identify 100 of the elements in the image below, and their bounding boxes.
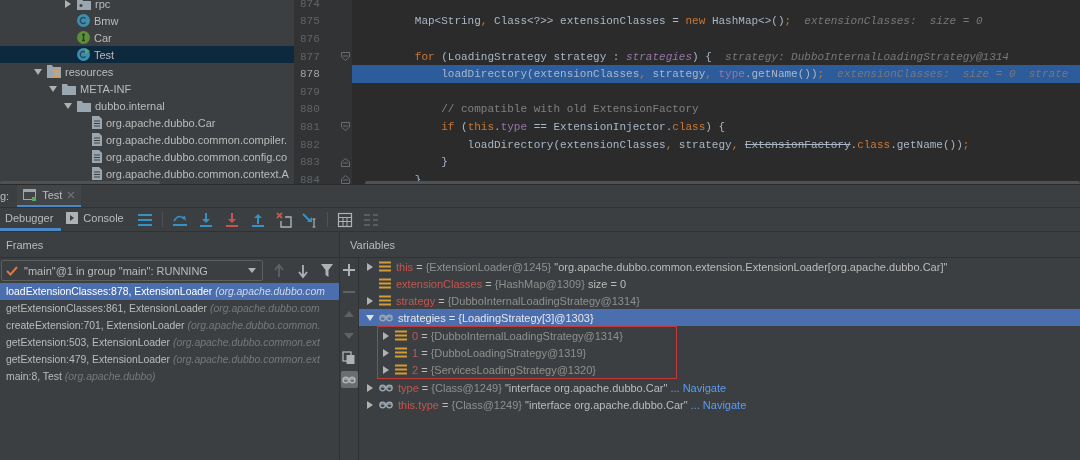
filter-button[interactable] bbox=[319, 262, 335, 279]
collapse-arrow-icon[interactable] bbox=[382, 348, 390, 357]
field-icon bbox=[395, 330, 407, 341]
expand-arrow-icon[interactable] bbox=[366, 313, 374, 322]
class-icon bbox=[77, 14, 90, 27]
caret-icon bbox=[248, 268, 256, 273]
variable-row[interactable]: this.type = {Class@1249} "interface org.apache.dubbo.Car" ... Navigate bbox=[359, 396, 1080, 413]
variable-row[interactable]: 2 = {ServicesLoadingStrategy@1320} bbox=[378, 361, 676, 378]
collapse-arrow-icon[interactable] bbox=[366, 296, 374, 305]
tree-item[interactable]: org.apache.dubbo.common.context.A bbox=[0, 165, 294, 182]
code-line: // compatible with old ExtensionFactory bbox=[440, 102, 700, 118]
code-line: if (this.type == ExtensionInjector.class) { bbox=[440, 119, 727, 135]
arrow-up-icon bbox=[273, 262, 285, 279]
stack-frame[interactable]: getExtensionClasses:861, ExtensionLoader (org.apache.dubbo.com bbox=[0, 300, 339, 317]
variable-text: this = {ExtensionLoader@1245} "org.apache.dubbo.common.extension.ExtensionLoader[org.apache.dubbo.Car]" bbox=[396, 260, 948, 273]
variable-row[interactable]: 0 = {DubboInternalLoadingStrategy@1314} bbox=[378, 327, 676, 344]
plus-icon bbox=[342, 262, 356, 277]
collapse-arrow-icon[interactable] bbox=[382, 331, 390, 340]
file-icon bbox=[92, 167, 102, 180]
variable-text: 0 = {DubboInternalLoadingStrategy@1314} bbox=[412, 329, 623, 342]
glasses-button[interactable] bbox=[340, 371, 358, 388]
code-line: loadDirectory(extensionClasses, strategy, ExtensionFactory.class.getName()); bbox=[466, 137, 971, 153]
step-out-icon bbox=[249, 211, 266, 228]
tool-window-label: g: bbox=[0, 189, 10, 204]
collapse-arrow-icon[interactable] bbox=[382, 365, 390, 374]
glasses-icon bbox=[379, 312, 393, 323]
tree-item[interactable]: Car bbox=[0, 29, 294, 46]
tree-item[interactable]: dubbo.internal bbox=[0, 97, 294, 114]
variable-row[interactable]: 1 = {DubboLoadingStrategy@1319} bbox=[378, 344, 676, 361]
navigate-link[interactable]: ... Navigate bbox=[690, 398, 747, 411]
panel-title: Frames bbox=[0, 232, 339, 258]
fold-icon[interactable] bbox=[341, 175, 350, 184]
stack-frame[interactable]: getExtension:503, ExtensionLoader (org.apache.dubbo.common.ext bbox=[0, 334, 339, 351]
variable-text: type = {Class@1249} "interface org.apache.dubbo.Car" bbox=[398, 381, 668, 394]
triangle-up-icon bbox=[344, 310, 354, 317]
variable-row[interactable]: type = {Class@1249} "interface org.apache.dubbo.Car" ... Navigate bbox=[359, 379, 1080, 396]
variable-row[interactable]: extensionClasses = {HashMap@1309} size = 0 bbox=[359, 275, 1080, 292]
file-icon bbox=[92, 116, 102, 129]
close-icon[interactable] bbox=[67, 191, 76, 199]
filter-icon bbox=[321, 262, 333, 279]
file-icon bbox=[92, 133, 102, 146]
file-icon bbox=[92, 150, 102, 163]
variable-text: this.type = {Class@1249} "interface org.apache.dubbo.Car" bbox=[398, 398, 688, 411]
stack-frame[interactable]: main:8, Test (org.apache.dubbo) bbox=[0, 368, 339, 385]
collapse-arrow-icon[interactable] bbox=[64, 0, 72, 8]
view-tab[interactable]: Debugger bbox=[0, 208, 62, 231]
resources-folder-icon bbox=[47, 65, 61, 78]
collapse-arrow-icon[interactable] bbox=[366, 262, 374, 271]
variable-text: strategies = {LoadingStrategy[3]@1303} bbox=[398, 311, 594, 324]
fold-icon[interactable] bbox=[341, 122, 350, 132]
tree-item[interactable]: org.apache.dubbo.Car bbox=[0, 114, 294, 131]
navigate-link[interactable]: ... Navigate bbox=[670, 381, 727, 394]
field-icon bbox=[379, 278, 391, 289]
variable-row[interactable]: strategies = {LoadingStrategy[3]@1303} bbox=[359, 309, 1080, 326]
variable-text: strategy = {DubboInternalLoadingStrategy@1314} bbox=[396, 294, 640, 307]
code-line: Map<String, Class<?>> extensionClasses = new HashMap<>(); extensionClasses: size = 0 bbox=[413, 14, 984, 30]
window-icon bbox=[23, 189, 38, 201]
field-icon bbox=[379, 261, 391, 272]
check-icon bbox=[6, 265, 18, 276]
tree-item[interactable]: rpc bbox=[0, 0, 294, 12]
stack-frame[interactable]: loadExtensionClasses:878, ExtensionLoader (org.apache.dubbo.com bbox=[0, 283, 339, 300]
drop-frame-icon bbox=[275, 211, 292, 228]
tree-item[interactable]: org.apache.dubbo.common.config.co bbox=[0, 148, 294, 165]
code-line: } bbox=[440, 155, 449, 171]
runnable-class-icon bbox=[77, 48, 90, 61]
tree-item[interactable]: META-INF bbox=[0, 80, 294, 97]
stack-frame[interactable]: createExtension:701, ExtensionLoader (org.apache.dubbo.common. bbox=[0, 317, 339, 334]
tree-item[interactable]: resources bbox=[0, 63, 294, 80]
collapse-arrow-icon[interactable] bbox=[366, 383, 374, 392]
variable-text: extensionClasses = {HashMap@1309} size = 0 bbox=[396, 277, 627, 290]
trace-icon bbox=[362, 211, 379, 228]
run-to-cursor-icon bbox=[301, 211, 318, 228]
expand-arrow-icon[interactable] bbox=[49, 84, 57, 93]
field-icon bbox=[379, 295, 391, 306]
fold-icon[interactable] bbox=[341, 157, 350, 167]
tree-item[interactable]: org.apache.dubbo.common.compiler. bbox=[0, 131, 294, 148]
tree-item[interactable]: Bmw bbox=[0, 12, 294, 29]
tree-item[interactable]: Test bbox=[0, 46, 294, 63]
glasses-icon bbox=[379, 382, 393, 393]
panel-title: Variables bbox=[340, 232, 1080, 258]
arrow-down-button[interactable] bbox=[295, 262, 311, 279]
expand-arrow-icon[interactable] bbox=[34, 67, 42, 76]
copy-button[interactable] bbox=[340, 349, 358, 366]
folder-icon bbox=[77, 99, 91, 112]
collapse-arrow-icon[interactable] bbox=[366, 400, 374, 409]
variable-row[interactable]: this = {ExtensionLoader@1245} "org.apache.dubbo.common.extension.ExtensionLoader[org.apache.dubbo.Car]" bbox=[359, 258, 1080, 275]
variable-text: 1 = {DubboLoadingStrategy@1319} bbox=[412, 346, 587, 359]
session-tab[interactable]: Test bbox=[17, 185, 82, 207]
view-tab[interactable]: Console bbox=[61, 208, 132, 231]
stack-frame[interactable]: getExtension:479, ExtensionLoader (org.apache.dubbo.common.ext bbox=[0, 351, 339, 368]
copy-icon bbox=[342, 350, 356, 365]
calculator-icon bbox=[336, 211, 353, 228]
fold-icon[interactable] bbox=[341, 52, 350, 62]
execution-point-icon bbox=[136, 211, 153, 228]
line-number: 878 bbox=[300, 68, 320, 81]
folder-icon bbox=[62, 82, 76, 95]
expand-arrow-icon[interactable] bbox=[64, 101, 72, 110]
variable-row[interactable]: strategy = {DubboInternalLoadingStrategy@1314} bbox=[359, 292, 1080, 309]
plus-button[interactable] bbox=[340, 261, 358, 278]
thread-dropdown[interactable]: "main"@1 in group "main": RUNNING bbox=[1, 260, 263, 281]
